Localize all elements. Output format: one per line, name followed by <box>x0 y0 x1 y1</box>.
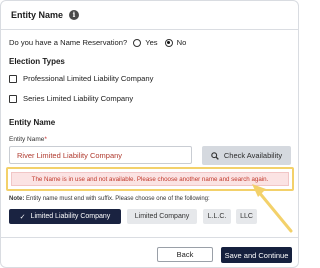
professional-llc-checkbox[interactable] <box>9 74 17 83</box>
note-text: Entity name must end with suffix. Please… <box>26 196 210 202</box>
reservation-yes-label[interactable]: Yes <box>145 38 157 47</box>
reservation-no-radio[interactable] <box>164 38 173 47</box>
professional-llc-label[interactable]: Professional Limited Liability Company <box>23 74 153 83</box>
suffix-llc-button[interactable]: LLC <box>236 209 257 224</box>
search-icon <box>211 151 219 160</box>
name-reservation-question: Do you have a Name Reservation? <box>9 38 128 47</box>
panel-title: Entity Name <box>11 9 64 20</box>
note-label: Note: <box>9 196 25 202</box>
suffix-llc-dotted-button[interactable]: L.L.C. <box>203 209 231 224</box>
entity-name-input[interactable]: River Limited Liability Company <box>9 146 192 164</box>
series-llc-label[interactable]: Series Limited Liability Company <box>23 94 133 103</box>
suffix-label: Limited Liability Company <box>30 213 111 220</box>
suffix-llc-full-button[interactable]: ✓ Limited Liability Company <box>9 209 121 224</box>
save-and-continue-button[interactable]: Save and Continue <box>221 247 292 263</box>
election-option-row: Series Limited Liability Company <box>9 94 133 103</box>
series-llc-checkbox[interactable] <box>9 94 17 103</box>
election-option-row: Professional Limited Liability Company <box>9 74 153 83</box>
reservation-no-label[interactable]: No <box>177 38 187 47</box>
name-reservation-row: Do you have a Name Reservation? Yes No <box>9 38 186 47</box>
entity-name-field-label: Entity Name* <box>9 136 47 143</box>
back-button[interactable]: Back <box>157 247 213 262</box>
check-availability-label: Check Availability <box>223 151 283 160</box>
check-icon: ✓ <box>19 213 26 221</box>
election-types-title: Election Types <box>9 57 65 66</box>
panel-header: Entity Name i <box>0 0 298 30</box>
info-icon[interactable]: i <box>69 9 80 20</box>
error-highlight-box <box>6 167 294 191</box>
entity-name-section-title: Entity Name <box>9 118 56 127</box>
suffix-note: Note: Entity name must end with suffix. … <box>9 196 210 202</box>
required-asterisk: * <box>44 136 47 143</box>
footer-divider <box>0 237 298 238</box>
check-availability-button[interactable]: Check Availability <box>202 146 291 165</box>
reservation-yes-radio[interactable] <box>133 38 142 47</box>
entity-name-label-text: Entity Name <box>9 136 45 143</box>
suffix-limited-company-button[interactable]: Limited Company <box>127 209 197 224</box>
